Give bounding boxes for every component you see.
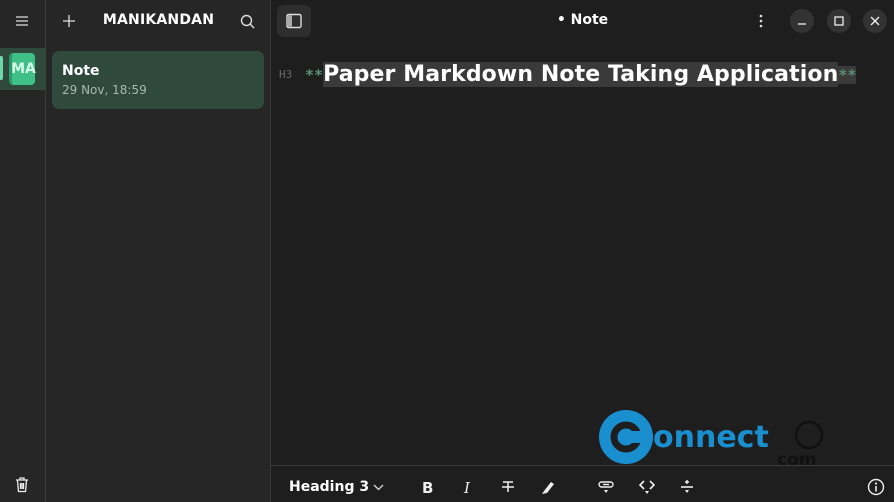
highlight-button[interactable] [537, 476, 559, 498]
italic-icon: I [463, 480, 471, 494]
bold-close-marker: ** [838, 65, 857, 84]
format-toolbar: Heading 3 B I [271, 465, 894, 502]
svg-text:I: I [463, 480, 471, 494]
italic-button[interactable]: I [457, 476, 479, 498]
heading-style-value: Heading 3 [289, 479, 370, 495]
note-list-item[interactable]: Note 29 Nov, 18:59 [52, 51, 264, 109]
search-icon [240, 14, 255, 29]
horizontal-rule-icon [681, 480, 693, 493]
trash-icon[interactable] [11, 474, 33, 496]
notes-list-pane: MANIKANDAN Note 29 Nov, 18:59 [46, 0, 271, 502]
strikethrough-icon [502, 481, 514, 492]
editor-pane: • Note H3 ** Paper Markdown Note Taking … [271, 0, 894, 502]
search-button[interactable] [236, 10, 258, 32]
watermark-c [610, 421, 642, 453]
info-button[interactable] [865, 476, 887, 498]
heading-text[interactable]: Paper Markdown Note Taking Application [323, 62, 839, 87]
code-icon [639, 480, 655, 494]
bold-button[interactable]: B [417, 476, 439, 498]
watermark-circle [599, 410, 653, 464]
heading-style-dropdown[interactable]: Heading 3 [289, 479, 384, 495]
chevron-down-icon [373, 484, 384, 490]
heading-level-label: H3 [279, 68, 293, 81]
note-date: 29 Nov, 18:59 [62, 83, 147, 97]
notebook-avatar: MA [9, 53, 36, 85]
maximize-button[interactable] [827, 9, 851, 33]
maximize-icon [834, 16, 844, 26]
list-header: MANIKANDAN [46, 0, 271, 42]
paper-app: MA MANIKANDAN Note 29 Nov, 18:59 • Note [0, 0, 894, 502]
hamburger-menu-icon[interactable] [10, 10, 34, 32]
notebook-rail: MA [0, 0, 46, 502]
minimize-icon [798, 23, 806, 25]
editor-text-line[interactable]: H3 ** Paper Markdown Note Taking Applica… [279, 62, 857, 87]
notebook-item[interactable]: MA [0, 48, 46, 90]
watermark-text: onnect [653, 420, 769, 455]
selected-indicator [0, 56, 3, 80]
close-button[interactable] [863, 9, 887, 33]
highlight-icon [542, 482, 554, 494]
bold-open-marker: ** [305, 65, 324, 84]
bold-icon: B [422, 480, 433, 494]
horizontal-rule-button[interactable] [676, 476, 698, 498]
link-icon [598, 481, 614, 493]
info-icon [867, 478, 885, 496]
close-icon [870, 16, 880, 26]
strikethrough-button[interactable] [497, 476, 519, 498]
code-button[interactable] [636, 476, 658, 498]
watermark-logo: onnect com [599, 410, 824, 469]
minimize-button[interactable] [790, 9, 814, 33]
svg-text:B: B [422, 480, 433, 494]
note-title: Note [62, 63, 100, 79]
kebab-menu-icon[interactable] [753, 10, 769, 32]
link-button[interactable] [595, 476, 617, 498]
globe-icon [794, 420, 824, 450]
